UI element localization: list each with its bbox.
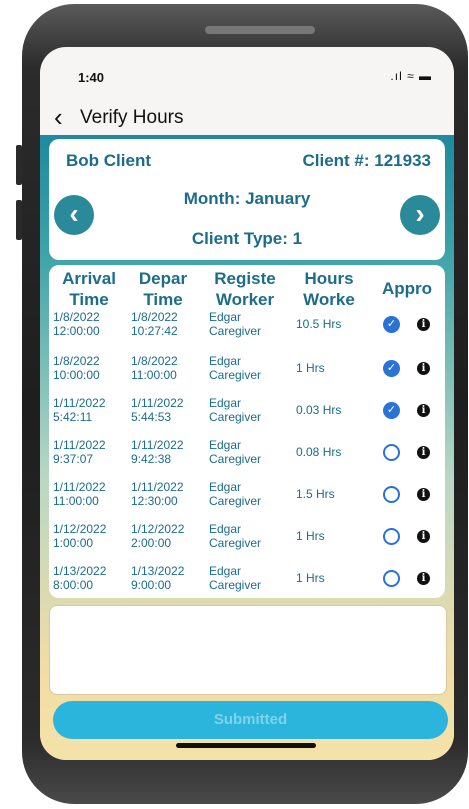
- header-approved: Appro: [381, 279, 433, 298]
- content-area: Bob Client Client #: 121933 Month: Janua…: [40, 135, 454, 760]
- info-icon[interactable]: i: [417, 362, 430, 375]
- unapproved-circle-icon[interactable]: [383, 570, 400, 587]
- notes-field[interactable]: [49, 605, 447, 695]
- client-card: Bob Client Client #: 121933 Month: Janua…: [49, 139, 445, 260]
- speaker-grille: [205, 26, 315, 34]
- info-icon[interactable]: i: [417, 572, 430, 585]
- prev-month-button[interactable]: ‹: [54, 195, 94, 235]
- volume-button: [16, 200, 22, 240]
- home-indicator: [176, 743, 316, 748]
- hours-cell: 0.03 Hrs: [296, 403, 342, 417]
- table-row[interactable]: 1/11/2022 5:42:11 1/11/2022 5:44:53 Edgar Car…: [49, 396, 445, 438]
- arrival-cell: 1/13/2022 8:00:00: [53, 564, 107, 592]
- worker-cell: Edgar Caregiver: [209, 438, 262, 466]
- departure-cell: 1/11/2022 5:44:53: [131, 396, 184, 424]
- arrival-cell: 1/11/2022 5:42:11: [53, 396, 106, 424]
- table-row[interactable]: 1/8/2022 12:00:00 1/8/2022 10:27:42 Edgar Car…: [49, 310, 445, 352]
- departure-cell: 1/8/2022 11:00:00: [131, 354, 178, 382]
- approved-check-icon[interactable]: ✓: [383, 316, 400, 333]
- header-departure-time: Depar Time: [138, 269, 188, 309]
- status-time: 1:40: [78, 70, 105, 85]
- hours-cell: 10.5 Hrs: [296, 317, 342, 331]
- table-row[interactable]: 1/13/2022 8:00:00 1/13/2022 9:00:00 Edgar Car…: [49, 564, 445, 598]
- status-bar: 1:40 .ıl ≈ ▬: [40, 47, 454, 97]
- info-icon[interactable]: i: [417, 446, 430, 459]
- arrival-cell: 1/11/2022 9:37:07: [53, 438, 106, 466]
- month-label: Month: January: [183, 189, 311, 208]
- table-row[interactable]: 1/11/2022 9:37:07 1/11/2022 9:42:38 Edgar Car…: [49, 438, 445, 480]
- back-chevron-icon[interactable]: ‹: [54, 99, 63, 135]
- table-row[interactable]: 1/11/2022 11:00:00 1/11/2022 12:30:00 Edgar C…: [49, 480, 445, 522]
- unapproved-circle-icon[interactable]: [383, 444, 400, 461]
- app-screen: 1:40 .ıl ≈ ▬ ‹ Verify Hours Bob Client C…: [40, 47, 454, 760]
- arrival-cell: 1/8/2022 10:00:00: [53, 354, 100, 382]
- hours-cell: 0.08 Hrs: [296, 445, 342, 459]
- approved-check-icon[interactable]: ✓: [383, 360, 400, 377]
- departure-cell: 1/13/2022 9:00:00: [131, 564, 185, 592]
- worker-cell: Edgar Caregiver: [209, 396, 262, 424]
- status-icons: .ıl ≈ ▬: [390, 69, 432, 83]
- hours-cell: 1 Hrs: [296, 361, 325, 375]
- hours-cell: 1.5 Hrs: [296, 487, 335, 501]
- mute-switch: [16, 145, 22, 185]
- worker-cell: Edgar Caregiver: [209, 564, 262, 592]
- info-icon[interactable]: i: [417, 404, 430, 417]
- next-month-button[interactable]: ›: [400, 195, 440, 235]
- header-arrival-time: Arrival Time: [62, 269, 116, 309]
- arrival-cell: 1/11/2022 11:00:00: [53, 480, 106, 508]
- info-icon[interactable]: i: [417, 488, 430, 501]
- worker-cell: Edgar Caregiver: [209, 354, 262, 382]
- info-icon[interactable]: i: [417, 318, 430, 331]
- unapproved-circle-icon[interactable]: [383, 528, 400, 545]
- table-row[interactable]: 1/8/2022 10:00:00 1/8/2022 11:00:00 Edgar Car…: [49, 354, 445, 396]
- info-icon[interactable]: i: [417, 530, 430, 543]
- hours-cell: 1 Hrs: [296, 529, 325, 543]
- client-number: Client #: 121933: [302, 151, 431, 170]
- nav-bar: ‹ Verify Hours: [40, 99, 454, 135]
- worker-cell: Edgar Caregiver: [209, 480, 262, 508]
- submit-button[interactable]: Submitted: [53, 701, 448, 739]
- hours-cell: 1 Hrs: [296, 571, 325, 585]
- header-hours-worked: Hours Worke: [303, 269, 355, 309]
- worker-cell: Edgar Caregiver: [209, 310, 262, 338]
- chevron-right-icon: ›: [415, 198, 425, 229]
- departure-cell: 1/11/2022 12:30:00: [131, 480, 184, 508]
- worker-cell: Edgar Caregiver: [209, 522, 262, 550]
- table-row[interactable]: 1/12/2022 1:00:00 1/12/2022 2:00:00 Edgar Car…: [49, 522, 445, 564]
- approved-check-icon[interactable]: ✓: [383, 402, 400, 419]
- header-registered-worker: Registe Worker: [214, 269, 276, 309]
- departure-cell: 1/12/2022 2:00:00: [131, 522, 185, 550]
- departure-cell: 1/11/2022 9:42:38: [131, 438, 184, 466]
- unapproved-circle-icon[interactable]: [383, 486, 400, 503]
- client-type-label: Client Type: 1: [191, 229, 303, 248]
- arrival-cell: 1/12/2022 1:00:00: [53, 522, 107, 550]
- hours-table[interactable]: Arrival Time Depar Time Registe Worker Hour…: [49, 265, 445, 598]
- chevron-left-icon: ‹: [69, 198, 79, 229]
- departure-cell: 1/8/2022 10:27:42: [131, 310, 178, 338]
- client-name: Bob Client: [66, 151, 151, 170]
- arrival-cell: 1/8/2022 12:00:00: [53, 310, 100, 338]
- page-title: Verify Hours: [80, 107, 184, 128]
